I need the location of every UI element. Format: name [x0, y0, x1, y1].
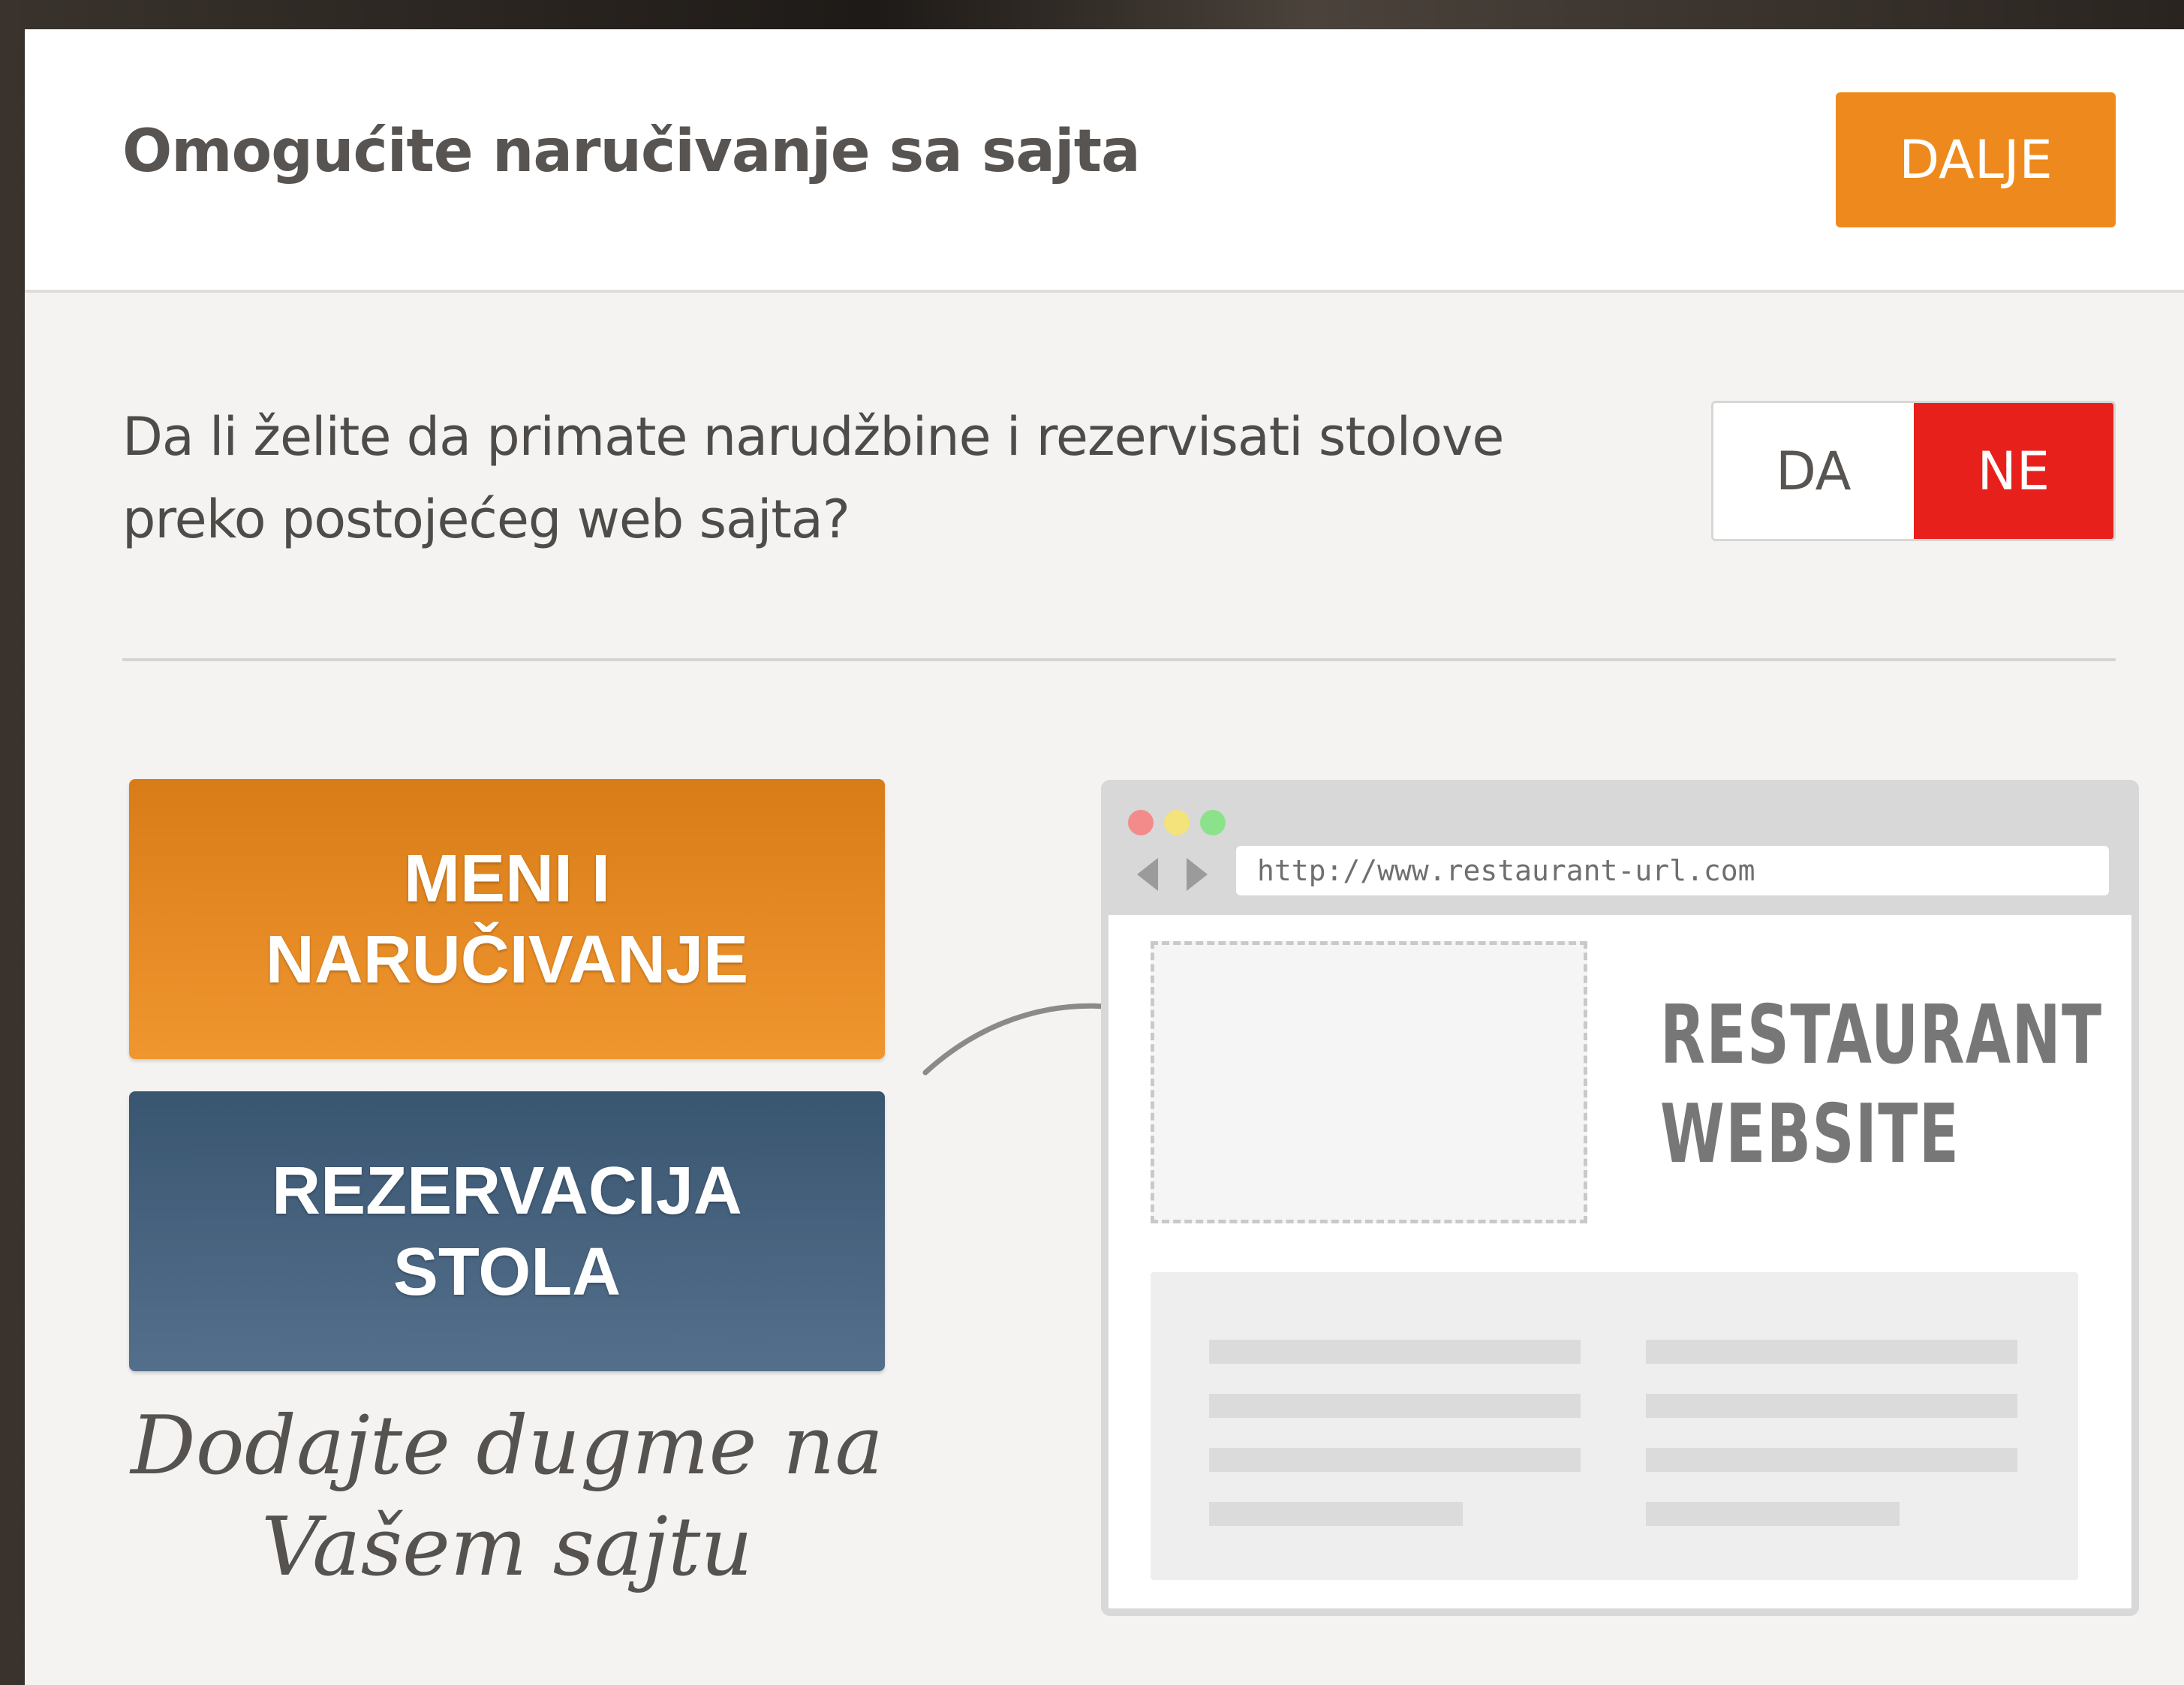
yes-no-toggle: DA NE: [1711, 401, 2116, 541]
table-reservation-button-preview: REZERVACIJA STOLA: [129, 1091, 885, 1371]
text-placeholder-line: [1646, 1340, 2017, 1364]
modal-header: Omogućite naručivanje sa sajta DALJE: [25, 29, 2184, 293]
text-placeholder-line: [1646, 1448, 2017, 1472]
button-drop-placeholder: [1151, 941, 1587, 1223]
content-placeholder: [1151, 1272, 2078, 1580]
text-placeholder-line: [1209, 1502, 1463, 1526]
text-placeholder-line: [1209, 1394, 1581, 1418]
browser-toolbar: http://www.restaurant-url.com: [1109, 787, 2131, 915]
next-button[interactable]: DALJE: [1836, 92, 2116, 227]
toggle-no-option[interactable]: NE: [1913, 403, 2113, 539]
text-placeholder-line: [1209, 1448, 1581, 1472]
back-arrow-icon: [1137, 858, 1158, 891]
text-placeholder-line: [1209, 1340, 1581, 1364]
maximize-dot-icon: [1200, 810, 1226, 835]
modal-title: Omogućite naručivanje sa sajta: [122, 118, 1141, 185]
close-dot-icon: [1128, 810, 1154, 835]
question-text: Da li želite da primate narudžbine i rez…: [122, 406, 1504, 550]
toggle-yes-option[interactable]: DA: [1713, 403, 1914, 539]
browser-mockup: http://www.restaurant-url.com RESTAURANT…: [1101, 780, 2139, 1616]
illustration-caption: Dodajte dugme na Vašem sajtu: [131, 1399, 883, 1594]
site-title: RESTAURANT WEBSITE: [1660, 988, 2103, 1181]
section-divider: [122, 658, 2116, 661]
setup-modal: Omogućite naručivanje sa sajta DALJE Da …: [25, 29, 2184, 1685]
text-placeholder-line: [1646, 1502, 1900, 1526]
menu-ordering-button-preview: MENI I NARUČIVANJE: [129, 779, 885, 1059]
url-bar: http://www.restaurant-url.com: [1236, 846, 2109, 895]
forward-arrow-icon: [1187, 858, 1208, 891]
minimize-dot-icon: [1164, 810, 1190, 835]
text-placeholder-line: [1646, 1394, 2017, 1418]
